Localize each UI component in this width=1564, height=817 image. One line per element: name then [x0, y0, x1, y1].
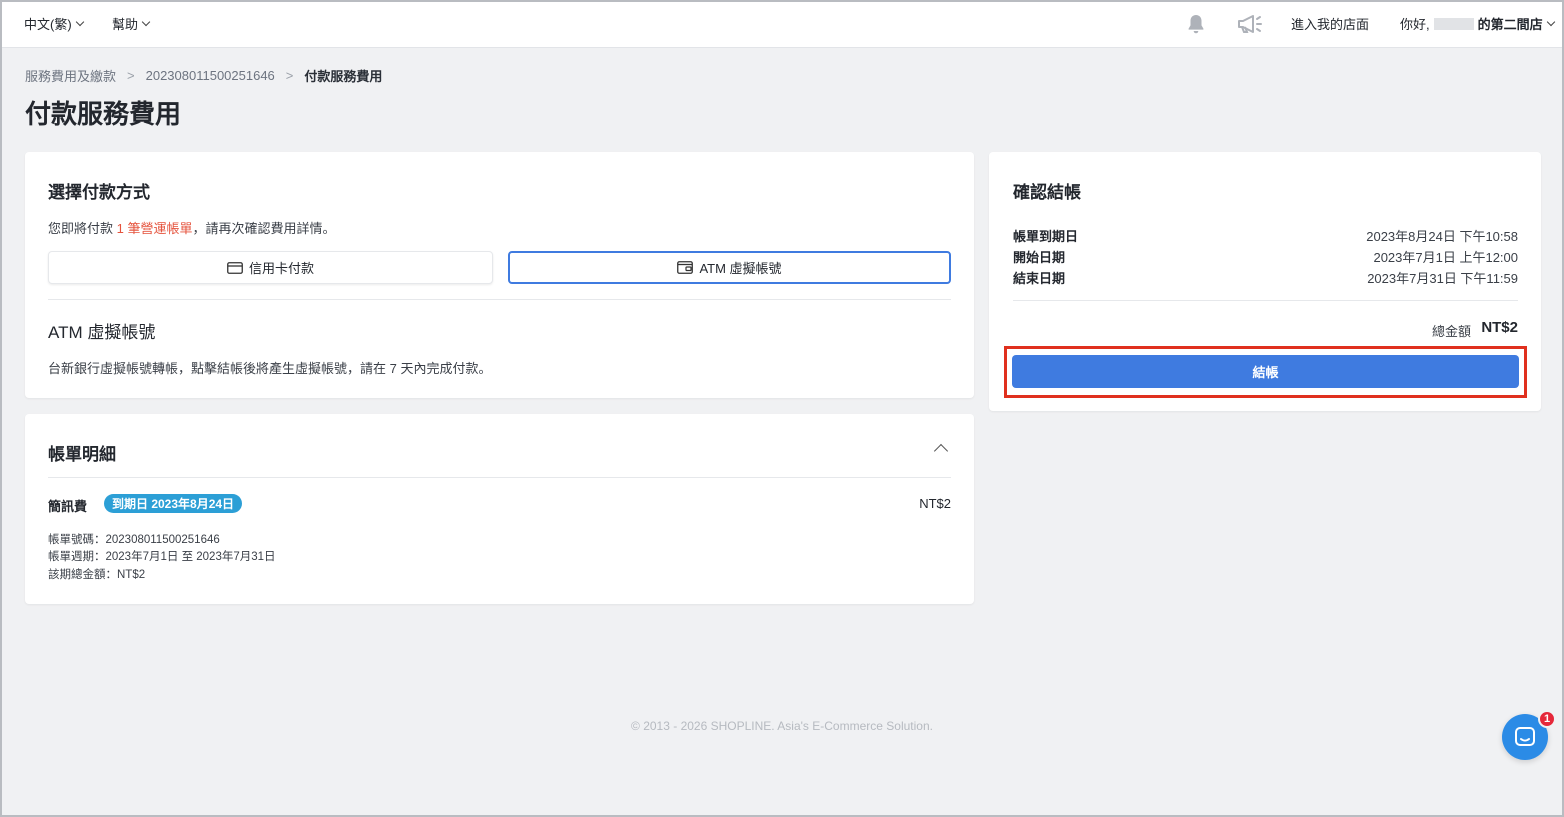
fee-amount: NT$2 [919, 496, 951, 511]
breadcrumb-separator-icon: > [127, 68, 135, 83]
language-dropdown[interactable]: 中文(繁) [24, 14, 84, 33]
help-dropdown[interactable]: 幫助 [112, 14, 151, 33]
breadcrumb-separator-icon: > [285, 68, 294, 83]
chevron-down-icon [1546, 17, 1555, 26]
atm-description: 台新銀行虛擬帳號轉帳，點擊結帳後將產生虛擬帳號，請在 7 天內完成付款。 [48, 361, 492, 376]
confirm-title: 確認結帳 [1013, 183, 1081, 202]
bill-total: 該期總金額：NT$2 [48, 569, 146, 581]
page-title: 付款服務費用 [25, 99, 182, 129]
due-date-label: 帳單到期日 [1013, 229, 1079, 244]
credit-card-label: 信用卡付款 [248, 261, 314, 276]
wallet-icon [677, 261, 694, 274]
megaphone-icon[interactable] [1236, 12, 1264, 36]
top-nav: 中文(繁) 幫助 進入我的店面 你好, 的第二間店 [0, 0, 1564, 48]
annotation-highlight-box [1004, 346, 1527, 398]
divider [48, 477, 951, 478]
credit-card-icon [227, 261, 243, 274]
chevron-down-icon [75, 17, 84, 26]
divider [48, 299, 951, 300]
start-date-value: 2023年7月1日 上午12:00 [1373, 250, 1518, 265]
atm-label: ATM 虛擬帳號 [699, 261, 782, 276]
enter-store-link[interactable]: 進入我的店面 [1291, 14, 1369, 33]
bill-period: 帳單週期：2023年7月1日 至 2023年7月31日 [48, 551, 276, 563]
chat-icon [1515, 727, 1535, 746]
atm-payment-button[interactable]: ATM 虛擬帳號 [508, 251, 951, 284]
total-label: 總金額 [1431, 324, 1471, 339]
due-date-badge: 到期日 2023年8月24日 [104, 494, 243, 513]
credit-card-payment-button[interactable]: 信用卡付款 [48, 251, 493, 284]
notice-highlight: 1 筆營運帳單 [116, 221, 193, 236]
payment-method-card: 選擇付款方式 您即將付款 1 筆營運帳單，請再次確認費用詳情。 信用卡付款 AT… [25, 152, 974, 398]
fee-name: 簡訊費 [48, 499, 88, 514]
greeting-text: 你好, [1400, 17, 1430, 32]
notice-suffix: ，請再次確認費用詳情。 [192, 221, 336, 236]
breadcrumb: 服務費用及繳款 > 202308011500251646 > 付款服務費用 [25, 66, 382, 85]
language-label: 中文(繁) [24, 17, 72, 32]
breadcrumb-bill-number[interactable]: 202308011500251646 [146, 68, 275, 83]
store-name: 的第二間店 [1477, 17, 1543, 32]
start-date-label: 開始日期 [1013, 250, 1066, 265]
end-date-label: 結束日期 [1013, 271, 1066, 286]
end-date-value: 2023年7月31日 下午11:59 [1367, 271, 1518, 286]
bill-number: 帳單號碼：202308011500251646 [48, 534, 220, 546]
payment-notice: 您即將付款 1 筆營運帳單，請再次確認費用詳情。 [48, 218, 336, 237]
bill-details-title: 帳單明細 [48, 445, 116, 464]
divider [1013, 300, 1518, 301]
footer: © 2013 - 2026 SHOPLINE. Asia's E-Commerc… [631, 719, 933, 733]
notice-prefix: 您即將付款 [48, 221, 114, 236]
account-dropdown[interactable]: 你好, 的第二間店 [1400, 14, 1555, 33]
redacted-name [1433, 17, 1474, 30]
help-label: 幫助 [112, 17, 139, 32]
chevron-down-icon [141, 17, 151, 26]
breadcrumb-billing[interactable]: 服務費用及繳款 [25, 66, 116, 85]
bell-icon[interactable] [1184, 12, 1208, 36]
breadcrumb-current: 付款服務費用 [304, 69, 383, 84]
chevron-up-icon[interactable] [933, 443, 949, 459]
total-value: NT$2 [1481, 319, 1518, 336]
chat-notification-badge: 1 [1538, 710, 1556, 728]
due-date-value: 2023年8月24日 下午10:58 [1366, 229, 1518, 244]
payment-method-title: 選擇付款方式 [48, 183, 150, 202]
bill-details-card: 帳單明細 簡訊費 到期日 2023年8月24日 NT$2 帳單號碼：202308… [25, 414, 974, 604]
chat-button[interactable]: 1 [1502, 710, 1556, 760]
atm-section-title: ATM 虛擬帳號 [48, 323, 156, 342]
